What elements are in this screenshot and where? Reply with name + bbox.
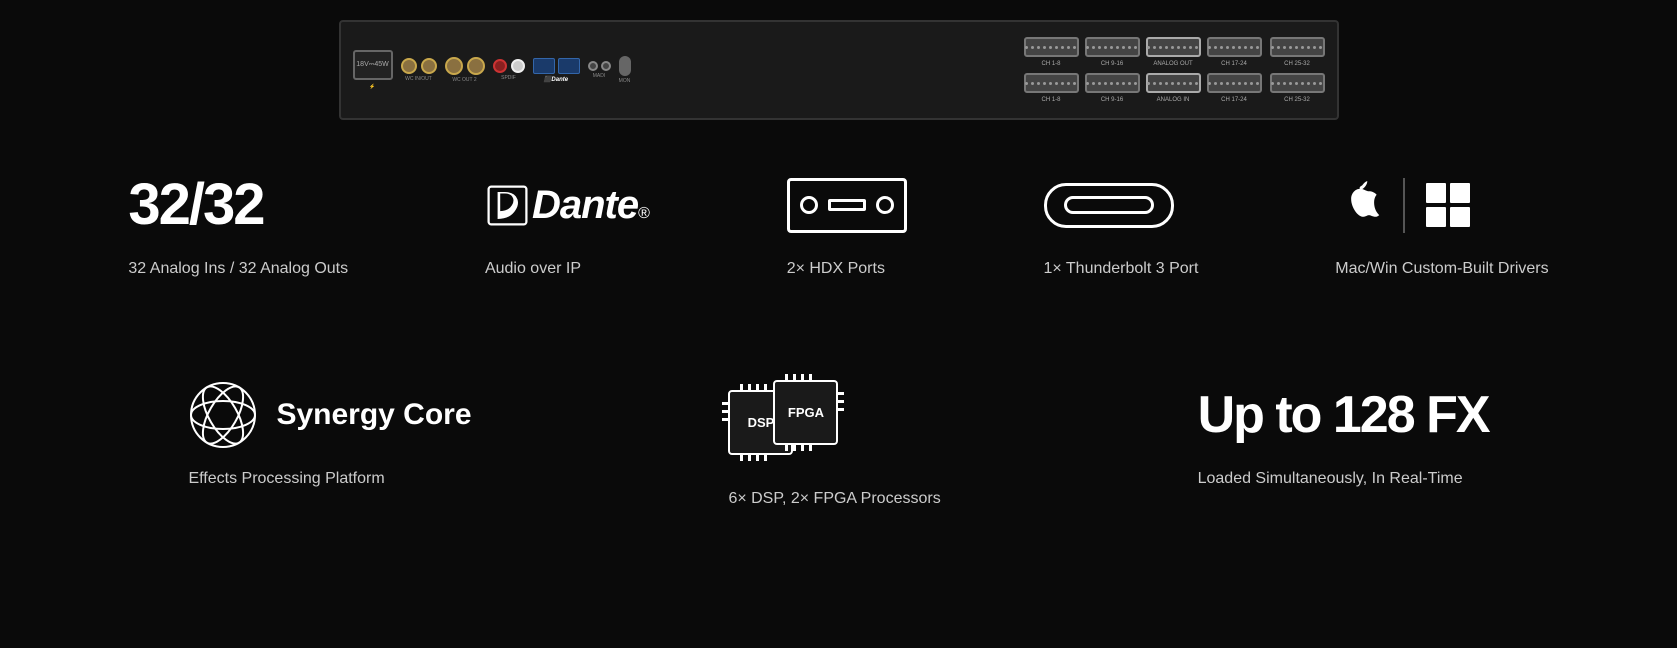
feature-synergy-core: Synergy Core Effects Processing Platform [188,380,471,490]
synergy-core-label: Effects Processing Platform [188,468,384,490]
feature-128fx: Up to 128 FX Loaded Simultaneously, In R… [1198,380,1489,490]
dsp-teeth-bottom [740,455,767,461]
dante-brand-text: Dante [532,183,638,228]
feature-os: Mac/Win Custom-Built Drivers [1335,170,1548,280]
panel-left: 18V⎓45W ⚡ WC IN/OUT [353,50,631,90]
headphone-connector: MON [619,56,631,84]
madi-connectors: MADI [588,61,611,79]
dsp-chip-label: DSP [748,415,775,430]
thunderbolt-label: 1× Thunderbolt 3 Port [1044,258,1199,280]
features-row-2: Synergy Core Effects Processing Platform [0,330,1677,550]
fpga-teeth-right [838,392,844,411]
dsp-fpga-label: 6× DSP, 2× FPGA Processors [728,488,940,510]
feature-dsp-fpga: DSP FPGA 6× [728,380,940,510]
hdx-port-icon [787,178,907,233]
os-drivers-label: Mac/Win Custom-Built Drivers [1335,258,1548,280]
synergy-core-icon [188,380,258,450]
dsp-teeth-top [740,384,767,390]
windows-icon [1423,180,1473,230]
dante-icon-area: Dante ® [485,170,650,240]
hdx-icon-area [787,170,907,240]
hardware-rear-panel: 18V⎓45W ⚡ WC IN/OUT [339,20,1339,120]
analog-io-label: 32 Analog Ins / 32 Analog Outs [128,258,348,280]
hdx-ports-label: 2× HDX Ports [787,258,885,280]
os-icons-group [1335,176,1473,234]
hdx-circle-right [876,196,894,214]
synergy-core-icon-group: Synergy Core [188,380,471,450]
hdx-circle-left [800,196,818,214]
rca-connectors: SPDIF [493,59,525,81]
dante-registered: ® [638,205,650,223]
wc-connectors: WC IN/OUT [401,58,437,82]
hardware-section: 18V⎓45W ⚡ WC IN/OUT [0,0,1677,130]
feature-thunderbolt: 1× Thunderbolt 3 Port [1044,170,1199,280]
fx-label: Loaded Simultaneously, In Real-Time [1198,468,1463,490]
features-row-1: 32/32 32 Analog Ins / 32 Analog Outs Dan… [0,130,1677,330]
dsp-teeth-left [722,402,728,421]
analog-io-icon-area: 32/32 [128,170,263,240]
feature-analog-io: 32/32 32 Analog Ins / 32 Analog Outs [128,170,348,280]
fpga-teeth-bottom [785,445,812,451]
fpga-chip: FPGA [773,380,838,445]
analog-io-number: 32/32 [128,176,263,234]
fx-headline: Up to 128 FX [1198,389,1489,441]
audio-over-ip-label: Audio over IP [485,258,581,280]
page-wrapper: 18V⎓45W ⚡ WC IN/OUT [0,0,1677,551]
power-section: 18V⎓45W ⚡ [353,50,393,90]
fpga-teeth-top [785,374,812,380]
feature-dante: Dante ® Audio over IP [485,170,650,280]
fpga-chip-label: FPGA [788,405,824,420]
bnc-connectors: WC OUT 2 [445,57,485,83]
dsp-fpga-icon-group: DSP FPGA [728,380,858,470]
apple-icon [1335,176,1385,234]
hdx-rect-center [828,199,866,211]
feature-hdx: 2× HDX Ports [787,170,907,280]
fx-headline-area: Up to 128 FX [1198,380,1489,450]
synergy-core-name: Synergy Core [276,398,471,432]
thunderbolt-icon-area [1044,170,1174,240]
os-divider [1403,178,1405,233]
dante-ethernet: ⬛Dante [533,58,580,83]
thunderbolt-port-icon [1044,183,1174,228]
dante-logo: Dante ® [485,183,650,228]
os-icon-area [1335,170,1473,240]
thunderbolt-inner-shape [1064,196,1154,214]
db25-section: CH 1-8 CH 9-16 ANALOG OUT CH 17-24 [1024,37,1325,103]
dante-symbol-icon [485,183,530,228]
